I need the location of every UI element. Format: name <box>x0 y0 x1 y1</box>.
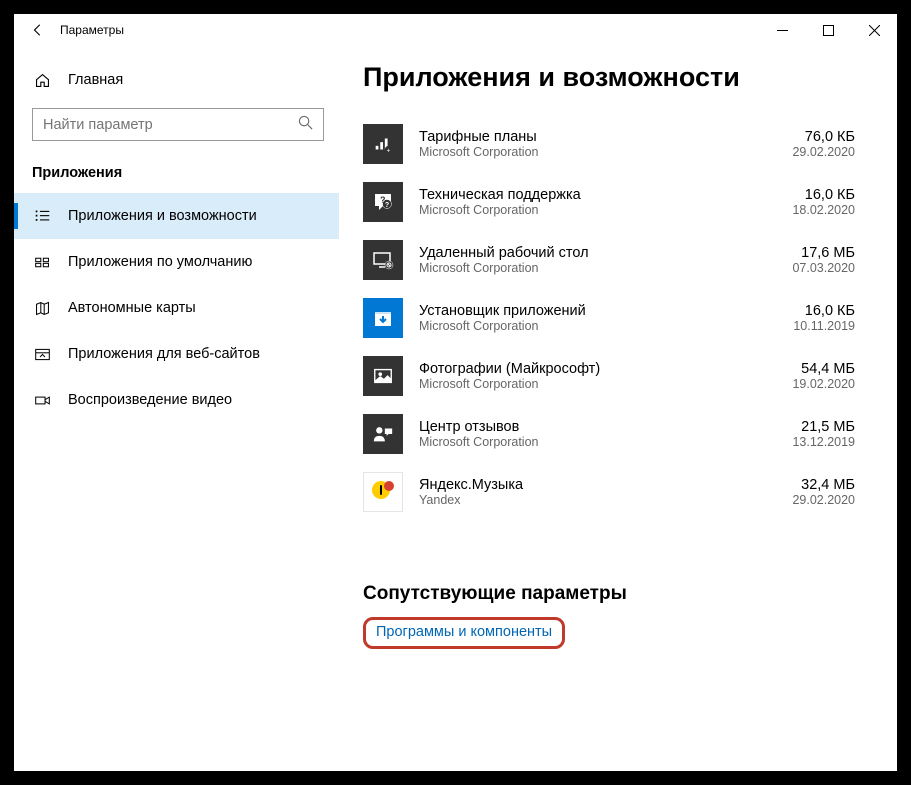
sidebar-item-label: Приложения для веб-сайтов <box>68 346 260 362</box>
search-field[interactable] <box>43 117 293 133</box>
back-button[interactable] <box>22 14 54 46</box>
app-info: Фотографии (Майкрософт)Microsoft Corpora… <box>419 361 776 391</box>
app-meta: 76,0 КБ29.02.2020 <box>792 129 855 159</box>
app-name: Яндекс.Музыка <box>419 477 776 493</box>
app-icon: ?? <box>363 182 403 222</box>
app-name: Тарифные планы <box>419 129 776 145</box>
sidebar-item-3[interactable]: Приложения для веб-сайтов <box>14 331 339 377</box>
map-icon <box>32 300 52 317</box>
app-meta: 32,4 МБ29.02.2020 <box>792 477 855 507</box>
app-date: 10.11.2019 <box>793 319 855 333</box>
app-date: 18.02.2020 <box>792 203 855 217</box>
maximize-button[interactable] <box>805 14 851 46</box>
app-date: 07.03.2020 <box>792 261 855 275</box>
app-row[interactable]: Установщик приложенийMicrosoft Corporati… <box>363 289 855 347</box>
app-row[interactable]: Центр отзывовMicrosoft Corporation 21,5 М… <box>363 405 855 463</box>
home-icon <box>32 72 52 89</box>
home-label: Главная <box>68 72 123 88</box>
app-icon: + <box>363 124 403 164</box>
app-icon <box>363 298 403 338</box>
sidebar-item-2[interactable]: Автономные карты <box>14 285 339 331</box>
app-publisher: Microsoft Corporation <box>419 377 776 391</box>
svg-text:?: ? <box>385 202 389 209</box>
app-publisher: Microsoft Corporation <box>419 203 776 217</box>
sidebar: Главная Приложения Приложения и возможно… <box>14 46 339 771</box>
app-row[interactable]: Удаленный рабочий столMicrosoft Corporat… <box>363 231 855 289</box>
sidebar-item-label: Приложения и возможности <box>68 208 257 224</box>
sidebar-item-label: Приложения по умолчанию <box>68 254 252 270</box>
app-size: 32,4 МБ <box>801 477 855 493</box>
close-button[interactable] <box>851 14 897 46</box>
app-info: Удаленный рабочий столMicrosoft Corporat… <box>419 245 776 275</box>
app-row[interactable]: + Тарифные планыMicrosoft Corporation 76,0… <box>363 115 855 173</box>
app-name: Установщик приложений <box>419 303 777 319</box>
app-info: Техническая поддержкаMicrosoft Corporati… <box>419 187 776 217</box>
titlebar: Параметры <box>14 14 897 46</box>
app-date: 29.02.2020 <box>792 145 855 159</box>
app-row[interactable]: Яндекс.МузыкаYandex 32,4 МБ29.02.2020 <box>363 463 855 521</box>
app-name: Фотографии (Майкрософт) <box>419 361 776 377</box>
app-date: 29.02.2020 <box>792 493 855 507</box>
sidebar-item-label: Автономные карты <box>68 300 196 316</box>
sidebar-item-4[interactable]: Воспроизведение видео <box>14 377 339 423</box>
app-row[interactable]: ?? Техническая поддержкаMicrosoft Corpora… <box>363 173 855 231</box>
app-publisher: Yandex <box>419 493 776 507</box>
app-row[interactable]: Фотографии (Майкрософт)Microsoft Corpora… <box>363 347 855 405</box>
app-date: 19.02.2020 <box>792 377 855 391</box>
app-icon <box>363 414 403 454</box>
video-icon <box>32 392 52 409</box>
app-meta: 16,0 КБ10.11.2019 <box>793 303 855 333</box>
app-publisher: Microsoft Corporation <box>419 435 776 449</box>
app-size: 54,4 МБ <box>801 361 855 377</box>
defaults-icon <box>32 254 52 271</box>
sidebar-item-0[interactable]: Приложения и возможности <box>14 193 339 239</box>
related-heading: Сопутствующие параметры <box>363 583 855 605</box>
app-info: Центр отзывовMicrosoft Corporation <box>419 419 776 449</box>
app-size: 21,5 МБ <box>801 419 855 435</box>
home-link[interactable]: Главная <box>14 60 339 100</box>
list-icon <box>32 208 52 225</box>
programs-components-link[interactable]: Программы и компоненты <box>366 620 562 646</box>
app-size: 16,0 КБ <box>805 303 855 319</box>
app-info: Установщик приложенийMicrosoft Corporati… <box>419 303 777 333</box>
window-title: Параметры <box>60 23 124 37</box>
app-size: 16,0 КБ <box>805 187 855 203</box>
app-name: Удаленный рабочий стол <box>419 245 776 261</box>
app-name: Техническая поддержка <box>419 187 776 203</box>
app-icon <box>363 356 403 396</box>
settings-window: Параметры Главная <box>14 14 897 771</box>
app-info: Яндекс.МузыкаYandex <box>419 477 776 507</box>
sidebar-item-label: Воспроизведение видео <box>68 392 232 408</box>
svg-text:+: + <box>387 147 391 154</box>
main-content: Приложения и возможности + Тарифные планы… <box>339 46 897 771</box>
app-meta: 16,0 КБ18.02.2020 <box>792 187 855 217</box>
web-icon <box>32 346 52 363</box>
app-icon <box>363 240 403 280</box>
highlight-annotation: Программы и компоненты <box>363 617 565 649</box>
app-name: Центр отзывов <box>419 419 776 435</box>
app-meta: 54,4 МБ19.02.2020 <box>792 361 855 391</box>
sidebar-section-title: Приложения <box>14 157 339 193</box>
app-publisher: Microsoft Corporation <box>419 145 776 159</box>
app-size: 76,0 КБ <box>805 129 855 145</box>
app-info: Тарифные планыMicrosoft Corporation <box>419 129 776 159</box>
search-input[interactable] <box>32 108 324 141</box>
app-date: 13.12.2019 <box>792 435 855 449</box>
app-publisher: Microsoft Corporation <box>419 261 776 275</box>
sidebar-item-1[interactable]: Приложения по умолчанию <box>14 239 339 285</box>
page-title: Приложения и возможности <box>363 62 855 93</box>
app-publisher: Microsoft Corporation <box>419 319 777 333</box>
app-icon <box>363 472 403 512</box>
minimize-button[interactable] <box>759 14 805 46</box>
search-icon <box>298 115 313 135</box>
app-size: 17,6 МБ <box>801 245 855 261</box>
app-meta: 21,5 МБ13.12.2019 <box>792 419 855 449</box>
app-meta: 17,6 МБ07.03.2020 <box>792 245 855 275</box>
